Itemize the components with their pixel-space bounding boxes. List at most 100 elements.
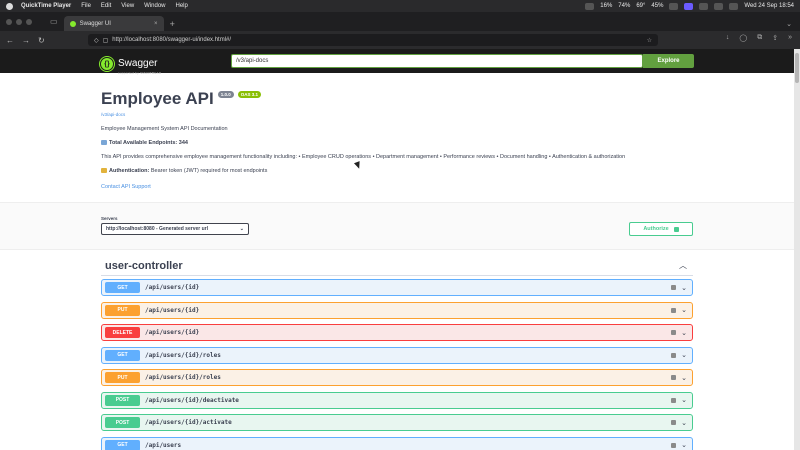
chevron-down-icon: ⌄ [239, 226, 244, 232]
menu-help[interactable]: Help [176, 3, 188, 9]
menu-view[interactable]: View [121, 3, 134, 9]
wifi-icon[interactable] [714, 2, 724, 10]
method-badge: GET [105, 282, 140, 293]
chevron-down-icon[interactable]: ⌄ [681, 441, 687, 449]
scrollbar-thumb[interactable] [795, 53, 799, 83]
operation-row[interactable]: PUT/api/users/{id}/roles ⌄ [101, 369, 693, 386]
authorize-button[interactable]: Authorize [629, 222, 693, 236]
authorize-label: Authorize [643, 226, 669, 232]
operation-row[interactable]: POST/api/users/{id}/deactivate ⌄ [101, 391, 693, 409]
browser-tab[interactable]: Swagger UI × [63, 16, 164, 31]
lock-icon[interactable] [671, 420, 677, 425]
operation-path: /api/users/{id}/roles [145, 351, 221, 359]
status-icon[interactable] [585, 2, 595, 10]
chevron-down-icon[interactable]: ⌄ [681, 396, 687, 404]
menu-edit[interactable]: Edit [101, 3, 111, 9]
share-icon[interactable]: ⇪ [772, 34, 778, 42]
chevron-down-icon[interactable]: ⌄ [681, 374, 687, 382]
back-icon[interactable]: ← [6, 36, 14, 45]
menu-file[interactable]: File [81, 3, 91, 9]
oas-badge: OAS 3.1 [237, 90, 262, 98]
chevron-down-icon[interactable]: ⌄ [681, 419, 687, 427]
bookmark-star-icon[interactable]: ☆ [647, 37, 652, 44]
operation-row[interactable]: PUT/api/users/{id} ⌄ [101, 301, 693, 319]
chevron-up-icon[interactable]: ︿ [679, 260, 687, 271]
tab-list-icon[interactable]: ⌄ [786, 16, 792, 31]
bar-chart-icon [101, 140, 107, 146]
cpu-stat: 16% [600, 3, 613, 9]
explore-button[interactable]: Explore [643, 54, 694, 68]
mem-stat: 74% [618, 3, 631, 9]
reload-icon[interactable]: ↻ [38, 36, 45, 45]
operation-row[interactable]: GET/api/users/{id}/roles ⌄ [101, 346, 693, 364]
battery-icon[interactable] [699, 2, 709, 10]
operations-list: GET/api/users/{id} ⌄ PUT/api/users/{id} ⌄ DE… [101, 279, 693, 450]
chevron-down-icon[interactable]: ⌄ [681, 306, 687, 314]
lock-icon[interactable] [671, 397, 677, 403]
operation-row[interactable]: DELETE/api/users/{id} ⌄ [101, 324, 693, 341]
method-badge: GET [105, 439, 140, 450]
swagger-page: {} Swagger supported by SMARTBEAR /v3/ap… [0, 49, 794, 450]
control-center-icon[interactable] [729, 2, 739, 10]
lock-icon[interactable] [671, 330, 677, 335]
new-tab-icon[interactable]: + [170, 16, 175, 31]
window-controls [6, 12, 32, 31]
contact-link[interactable]: Contact API Support [101, 184, 701, 190]
extensions-icon[interactable]: ⧉ [757, 34, 762, 42]
minimize-window-icon[interactable] [16, 18, 22, 25]
shield-icon[interactable]: ◇ [94, 37, 99, 44]
download-icon[interactable]: ↓ [726, 34, 730, 42]
clock[interactable]: Wed 24 Sep 18:54 [744, 3, 794, 9]
temp-stat: 69° [636, 3, 646, 9]
servers-select[interactable]: http://localhost:8080 - Generated server… [101, 223, 249, 235]
endpoints-line: Total Available Endpoints: 344 [101, 140, 701, 146]
lock-icon[interactable] [671, 442, 677, 448]
operation-row[interactable]: POST/api/users/{id}/activate ⌄ [101, 414, 693, 431]
operation-path: /api/users/{id}/roles [145, 374, 221, 381]
chevron-down-icon[interactable]: ⌄ [681, 284, 687, 292]
servers-selected-value: http://localhost:8080 - Generated server… [106, 226, 208, 232]
url-bar[interactable]: ◇ ▢ http://localhost:8080/swagger-ui/ind… [88, 34, 658, 46]
lock-icon[interactable] [671, 285, 677, 290]
servers-section: Servers http://localhost:8080 - Generate… [0, 202, 794, 250]
lock-icon[interactable] [671, 375, 677, 380]
menu-window[interactable]: Window [144, 3, 165, 9]
spec-link[interactable]: /v3/api-docs [101, 112, 701, 117]
auth-label: Authentication: [109, 168, 150, 174]
endpoints-label: Total Available Endpoints: [109, 140, 178, 146]
page-info-icon[interactable]: ▢ [103, 37, 109, 44]
menu-app-name[interactable]: QuickTime Player [21, 3, 71, 9]
browser-tabbar: ▭ Swagger UI × + ⌄ [0, 12, 800, 31]
operation-row[interactable]: GET/api/users ⌄ [101, 436, 693, 450]
lock-key-icon [101, 168, 107, 174]
display-icon[interactable] [669, 2, 679, 10]
close-tab-icon[interactable]: × [154, 21, 158, 27]
screen-record-icon[interactable] [684, 2, 694, 10]
swagger-logo[interactable]: {} Swagger supported by SMARTBEAR [100, 53, 161, 75]
lock-icon[interactable] [671, 307, 677, 313]
browser-toolbar: ← → ↻ ◇ ▢ http://localhost:8080/swagger-… [0, 31, 800, 49]
chevron-down-icon[interactable]: ⌄ [681, 351, 687, 359]
auth-text: Bearer token (JWT) required for most end… [150, 168, 268, 174]
account-icon[interactable]: ◯ [739, 34, 747, 42]
method-badge: PUT [105, 372, 140, 383]
disk-stat: 45% [651, 3, 664, 9]
more-tools-icon[interactable]: » [788, 34, 792, 42]
operation-path: /api/users/{id}/activate [145, 419, 232, 426]
operation-path: /api/users/{id} [145, 329, 200, 336]
lock-icon[interactable] [671, 352, 677, 358]
page-scrollbar[interactable] [794, 49, 800, 450]
spec-url-input[interactable]: /v3/api-docs [231, 54, 643, 68]
operation-row[interactable]: GET/api/users/{id} ⌄ [101, 279, 693, 296]
zoom-window-icon[interactable] [26, 18, 32, 25]
servers-label: Servers [101, 216, 118, 221]
tag-header-user-controller[interactable]: user-controller ︿ [101, 256, 693, 276]
features-text: This API provides comprehensive employee… [101, 154, 626, 160]
chevron-down-icon[interactable]: ⌄ [681, 329, 687, 337]
tag-name: user-controller [105, 259, 183, 272]
close-window-icon[interactable] [6, 18, 12, 25]
forward-icon[interactable]: → [22, 36, 30, 45]
apple-menu-icon[interactable] [6, 2, 13, 10]
api-info: Employee API 1.0.0 OAS 3.1 /v3/api-docs … [101, 89, 701, 190]
sidebar-toggle-icon[interactable]: ▭ [50, 17, 58, 26]
